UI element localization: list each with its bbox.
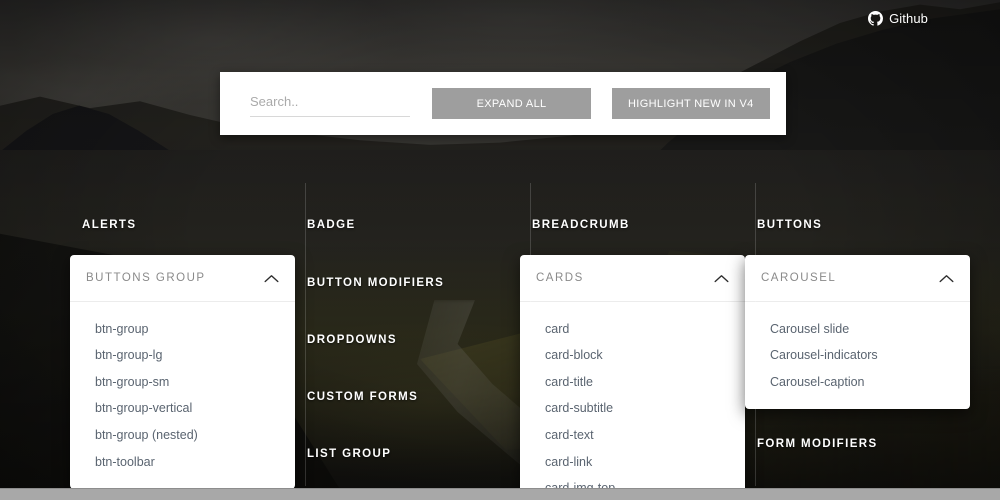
- section-title-dropdowns[interactable]: DROPDOWNS: [307, 334, 520, 346]
- section-title-alerts[interactable]: ALERTS: [82, 219, 295, 231]
- page-root: Github EXPAND ALL HIGHLIGHT NEW IN V4 AL…: [0, 0, 1000, 500]
- accordion-item[interactable]: Carousel-indicators: [745, 343, 970, 370]
- accordion-item[interactable]: card-subtitle: [520, 396, 745, 423]
- cheatsheet-column-4: BUTTONS CAROUSEL Carousel slide Carousel-in…: [745, 183, 970, 500]
- cheatsheet-column-3: BREADCRUMB CARDS card card-block card-title c…: [520, 183, 745, 500]
- highlight-new-in-v4-button[interactable]: HIGHLIGHT NEW IN V4: [611, 88, 770, 119]
- section-title-custom-forms[interactable]: CUSTOM FORMS: [307, 391, 520, 403]
- github-mark-icon: [868, 11, 884, 26]
- expand-all-button[interactable]: EXPAND ALL: [432, 88, 591, 119]
- accordion-body-buttons-group: btn-group btn-group-lg btn-group-sm btn-gro…: [70, 302, 295, 489]
- accordion-header-carousel[interactable]: CAROUSEL: [745, 255, 970, 302]
- accordion-item[interactable]: card: [520, 316, 745, 343]
- horizontal-scrollbar-thumb[interactable]: [0, 488, 1000, 500]
- accordion-item[interactable]: card-text: [520, 423, 745, 450]
- search-field-wrapper: [250, 90, 411, 117]
- chevron-up-icon[interactable]: [939, 274, 954, 283]
- accordion-card-buttons-group: BUTTONS GROUP btn-group btn-group-lg btn-gr…: [70, 255, 295, 489]
- section-title-breadcrumb[interactable]: BREADCRUMB: [532, 219, 745, 231]
- page-horizontal-scrollbar[interactable]: [0, 488, 1000, 500]
- accordion-item[interactable]: btn-group: [70, 316, 295, 343]
- accordion-item[interactable]: btn-group-vertical: [70, 396, 295, 423]
- section-title-list-group[interactable]: LIST GROUP: [307, 448, 520, 460]
- accordion-item[interactable]: btn-toolbar: [70, 449, 295, 476]
- cheatsheet-columns: ALERTS BUTTONS GROUP btn-group btn-group-lg…: [70, 183, 970, 500]
- accordion-item[interactable]: Carousel-caption: [745, 369, 970, 396]
- chevron-up-icon[interactable]: [264, 274, 279, 283]
- accordion-item[interactable]: Carousel slide: [745, 316, 970, 343]
- accordion-card-cards: CARDS card card-block card-title card-subtit…: [520, 255, 745, 500]
- accordion-header-label: CAROUSEL: [761, 272, 837, 284]
- cheatsheet-column-1: ALERTS BUTTONS GROUP btn-group btn-group-lg…: [70, 195, 295, 500]
- accordion-item[interactable]: card-title: [520, 369, 745, 396]
- chevron-up-icon[interactable]: [714, 274, 729, 283]
- accordion-card-carousel: CAROUSEL Carousel slide Carousel-indicator…: [745, 255, 970, 409]
- accordion-item[interactable]: card-block: [520, 343, 745, 370]
- github-link[interactable]: Github: [868, 11, 928, 26]
- accordion-body-carousel: Carousel slide Carousel-indicators Carouse…: [745, 302, 970, 409]
- accordion-header-label: CARDS: [536, 272, 584, 284]
- section-title-buttons[interactable]: BUTTONS: [757, 219, 970, 231]
- search-input[interactable]: [250, 90, 411, 117]
- accordion-body-cards: card card-block card-title card-subtitle car…: [520, 302, 745, 500]
- accordion-item[interactable]: btn-group-sm: [70, 369, 295, 396]
- search-panel: EXPAND ALL HIGHLIGHT NEW IN V4: [220, 72, 786, 135]
- github-link-label: Github: [889, 11, 928, 26]
- accordion-header-buttons-group[interactable]: BUTTONS GROUP: [70, 255, 295, 302]
- cheatsheet-column-2: BADGE BUTTON MODIFIERS DROPDOWNS CUSTOM FOR…: [295, 183, 520, 500]
- accordion-header-cards[interactable]: CARDS: [520, 255, 745, 302]
- section-title-button-modifiers[interactable]: BUTTON MODIFIERS: [307, 277, 520, 289]
- section-title-badge[interactable]: BADGE: [307, 219, 520, 231]
- accordion-header-label: BUTTONS GROUP: [86, 272, 206, 284]
- accordion-item[interactable]: btn-group (nested): [70, 423, 295, 450]
- accordion-item[interactable]: card-link: [520, 449, 745, 476]
- section-title-form-modifiers[interactable]: FORM MODIFIERS: [757, 438, 970, 450]
- accordion-item[interactable]: btn-group-lg: [70, 343, 295, 370]
